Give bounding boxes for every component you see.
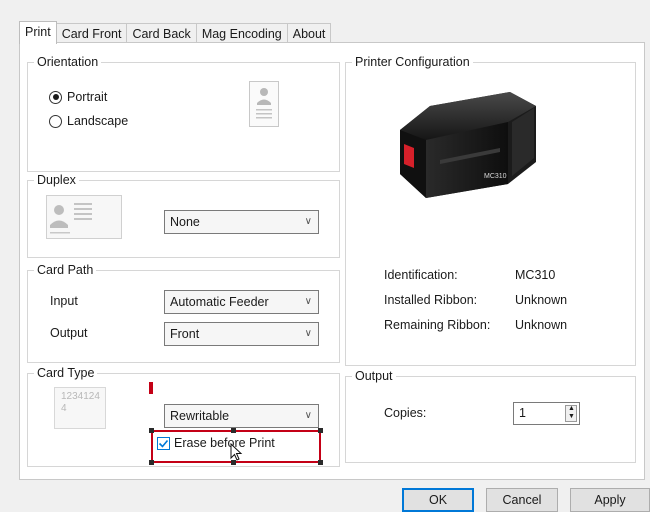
apply-button[interactable]: Apply	[570, 488, 650, 512]
printer-image	[400, 92, 536, 198]
card-path-group: Card Path Input Automatic Feeder ∨ Outpu…	[27, 262, 340, 363]
erase-before-print-label: Erase before Print	[174, 436, 275, 450]
tab-bar: Print Card Front Card Back Mag Encoding …	[19, 21, 332, 44]
erase-before-print-checkbox[interactable]: Erase before Print	[157, 436, 275, 450]
installed-ribbon-label: Installed Ribbon:	[384, 293, 478, 307]
copies-value: 1	[519, 406, 526, 420]
print-tab-panel: Orientation Portrait Landscape Duplex No…	[19, 42, 645, 480]
installed-ribbon-value: Unknown	[515, 293, 568, 307]
orientation-legend: Orientation	[34, 54, 102, 70]
printer-configuration-group: Printer Configuration MC310 Identificati…	[345, 54, 636, 366]
chevron-down-icon: ∨	[304, 410, 312, 421]
arrow-down-icon[interactable]: ▼	[568, 413, 575, 420]
landscape-label: Landscape	[67, 114, 129, 128]
arrow-up-icon[interactable]: ▲	[568, 405, 575, 412]
output-path-label: Output	[50, 326, 88, 340]
tab-card-front[interactable]: Card Front	[55, 23, 128, 44]
orientation-group: Orientation Portrait Landscape	[27, 54, 340, 172]
checkbox-checked-icon	[157, 436, 170, 450]
tab-about[interactable]: About	[286, 23, 332, 44]
output-group: Output Copies: 1 ▲ ▼	[345, 368, 636, 463]
tab-print[interactable]: Print	[19, 21, 57, 44]
chevron-down-icon: ∨	[304, 328, 312, 339]
duplex-select-value: None	[170, 215, 200, 229]
spinner-buttons[interactable]: ▲ ▼	[565, 405, 577, 422]
identification-value: MC310	[515, 268, 556, 282]
card-path-legend: Card Path	[34, 262, 97, 278]
landscape-radio[interactable]: Landscape	[49, 114, 128, 128]
portrait-label: Portrait	[67, 90, 108, 104]
duplex-card-icon	[46, 195, 122, 239]
remaining-ribbon-label: Remaining Ribbon:	[384, 318, 491, 332]
card-number-text: 1234124	[61, 391, 100, 402]
printer-configuration-legend: Printer Configuration	[352, 54, 473, 70]
printer-badge: MC310	[484, 173, 507, 180]
ok-button[interactable]: OK	[402, 488, 474, 512]
cancel-button[interactable]: Cancel	[486, 488, 558, 512]
duplex-select[interactable]: None ∨	[164, 210, 319, 234]
card-type-legend: Card Type	[34, 365, 98, 381]
output-legend: Output	[352, 368, 396, 384]
remaining-ribbon-value: Unknown	[515, 318, 568, 332]
output-select[interactable]: Front ∨	[164, 322, 319, 346]
annotation-marker	[149, 382, 153, 394]
identification-label: Identification:	[384, 268, 458, 282]
card-type-select-value: Rewritable	[170, 409, 230, 423]
chevron-down-icon: ∨	[304, 296, 312, 307]
copies-spinner[interactable]: 1 ▲ ▼	[513, 402, 580, 425]
landscape-radio-dot	[49, 114, 62, 128]
input-select[interactable]: Automatic Feeder ∨	[164, 290, 319, 314]
tab-mag-encoding[interactable]: Mag Encoding	[195, 23, 288, 44]
input-select-value: Automatic Feeder	[170, 295, 269, 309]
input-label: Input	[50, 294, 78, 308]
chevron-down-icon: ∨	[304, 216, 312, 227]
duplex-legend: Duplex	[34, 172, 79, 188]
card-type-card-icon: 1234124 4	[54, 387, 106, 429]
portrait-radio-dot	[49, 90, 62, 104]
mouse-cursor-icon	[230, 443, 243, 461]
tab-card-back[interactable]: Card Back	[126, 23, 197, 44]
output-select-value: Front	[170, 327, 200, 341]
portrait-card-icon	[249, 81, 279, 127]
portrait-radio[interactable]: Portrait	[49, 90, 107, 104]
duplex-group: Duplex None ∨	[27, 172, 340, 258]
copies-label: Copies:	[384, 406, 427, 420]
card-number-cont: 4	[61, 403, 67, 414]
card-type-select[interactable]: Rewritable ∨	[164, 404, 319, 428]
